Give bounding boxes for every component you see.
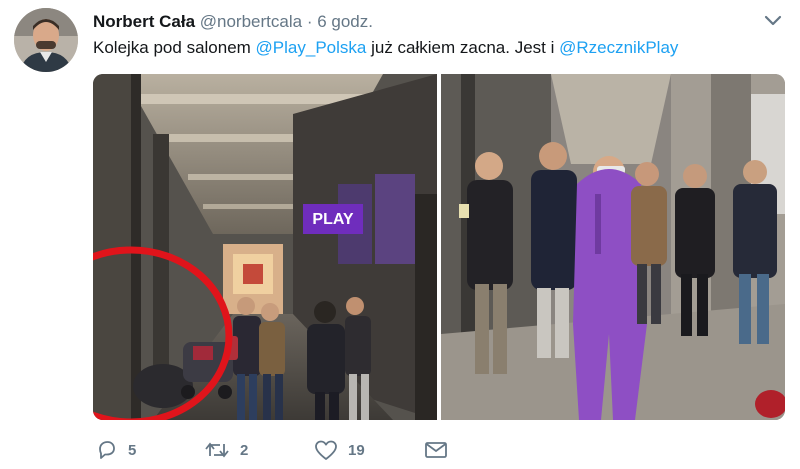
reply-icon bbox=[99, 441, 115, 459]
mention-rzecznik-play[interactable]: @RzecznikPlay bbox=[559, 38, 678, 57]
author-name[interactable]: Norbert Cała bbox=[93, 12, 195, 31]
retweet-icon bbox=[205, 442, 229, 458]
header-separator: · bbox=[306, 12, 313, 31]
tweet-actions: 5 2 19 bbox=[96, 436, 566, 464]
tweet-header: Norbert Cała @norbertcala · 6 godz. bbox=[93, 12, 373, 32]
tweet-text-part: Kolejka pod salonem bbox=[93, 38, 256, 57]
annotation-circle bbox=[93, 246, 233, 420]
caret-down-icon[interactable] bbox=[763, 14, 783, 28]
reply-count: 5 bbox=[128, 441, 137, 459]
like-icon bbox=[315, 440, 337, 460]
avatar[interactable] bbox=[14, 8, 78, 72]
like-count: 19 bbox=[348, 441, 365, 459]
retweet-count: 2 bbox=[240, 441, 249, 459]
direct-message-button[interactable] bbox=[424, 436, 448, 464]
mention-play-polska[interactable]: @Play_Polska bbox=[256, 38, 367, 57]
avatar-image bbox=[14, 8, 78, 72]
like-button[interactable]: 19 bbox=[314, 436, 365, 464]
tweet-media[interactable]: PLAY bbox=[93, 74, 785, 420]
tweet-text: Kolejka pod salonem @Play_Polska już cał… bbox=[93, 38, 678, 58]
message-icon bbox=[425, 442, 447, 458]
tweet-timestamp[interactable]: 6 godz. bbox=[317, 12, 373, 31]
reply-button[interactable]: 5 bbox=[96, 436, 136, 464]
retweet-button[interactable]: 2 bbox=[204, 436, 248, 464]
author-handle[interactable]: @norbertcala bbox=[200, 12, 302, 31]
tweet-text-part: już całkiem zacna. Jest i bbox=[366, 38, 560, 57]
